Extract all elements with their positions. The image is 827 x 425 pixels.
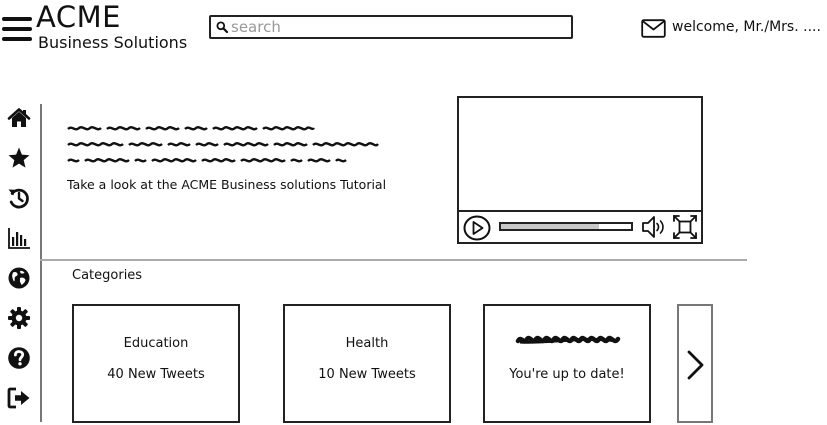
section-divider — [40, 259, 747, 261]
search-icon — [216, 21, 228, 33]
welcome-message: welcome, Mr./Mrs. .... — [672, 19, 821, 35]
category-card-count: You're up to date! — [509, 367, 625, 382]
placeholder-text-line — [67, 126, 315, 131]
category-card-title: Health — [345, 336, 389, 351]
fullscreen-icon[interactable] — [672, 214, 698, 240]
gear-icon[interactable] — [7, 306, 31, 330]
placeholder-text-line — [67, 142, 379, 147]
home-icon[interactable] — [7, 106, 31, 130]
category-card-education[interactable]: Education 40 New Tweets — [72, 304, 240, 423]
hamburger-icon-bar — [2, 37, 32, 41]
video-progress-fill — [501, 224, 599, 229]
volume-icon[interactable] — [641, 214, 667, 240]
hamburger-icon — [2, 17, 32, 21]
video-controls-divider — [459, 210, 701, 212]
hamburger-menu-button[interactable] — [2, 16, 32, 42]
category-card-title: Education — [123, 336, 189, 351]
tutorial-caption: Take a look at the ACME Business solutio… — [67, 177, 387, 192]
search-input[interactable] — [231, 18, 561, 36]
category-card-uptodate[interactable]: You're up to date! — [483, 304, 651, 423]
globe-icon[interactable] — [7, 266, 31, 290]
categories-heading: Categories — [72, 268, 143, 283]
envelope-icon[interactable] — [641, 19, 666, 38]
help-icon[interactable] — [7, 346, 31, 370]
category-card-count: 10 New Tweets — [318, 367, 416, 382]
video-player[interactable] — [457, 96, 703, 244]
category-card-health[interactable]: Health 10 New Tweets — [283, 304, 451, 423]
bar-chart-icon[interactable] — [7, 226, 31, 250]
brand-logo-name: ACME — [36, 0, 121, 34]
sidebar-divider — [40, 104, 42, 422]
next-categories-button[interactable] — [677, 304, 713, 423]
search-box[interactable] — [209, 15, 573, 39]
placeholder-text-line — [67, 158, 347, 163]
category-card-count: 40 New Tweets — [107, 367, 205, 382]
sign-out-icon[interactable] — [7, 386, 31, 410]
brand-subtitle: Business Solutions — [38, 33, 188, 52]
placeholder-title-scribble — [515, 335, 621, 344]
play-icon[interactable] — [463, 215, 491, 241]
chevron-right-icon — [687, 350, 704, 380]
video-progress-bar[interactable] — [499, 222, 633, 231]
history-icon[interactable] — [7, 186, 31, 210]
hamburger-icon-bar — [2, 27, 32, 31]
star-icon[interactable] — [7, 146, 31, 170]
